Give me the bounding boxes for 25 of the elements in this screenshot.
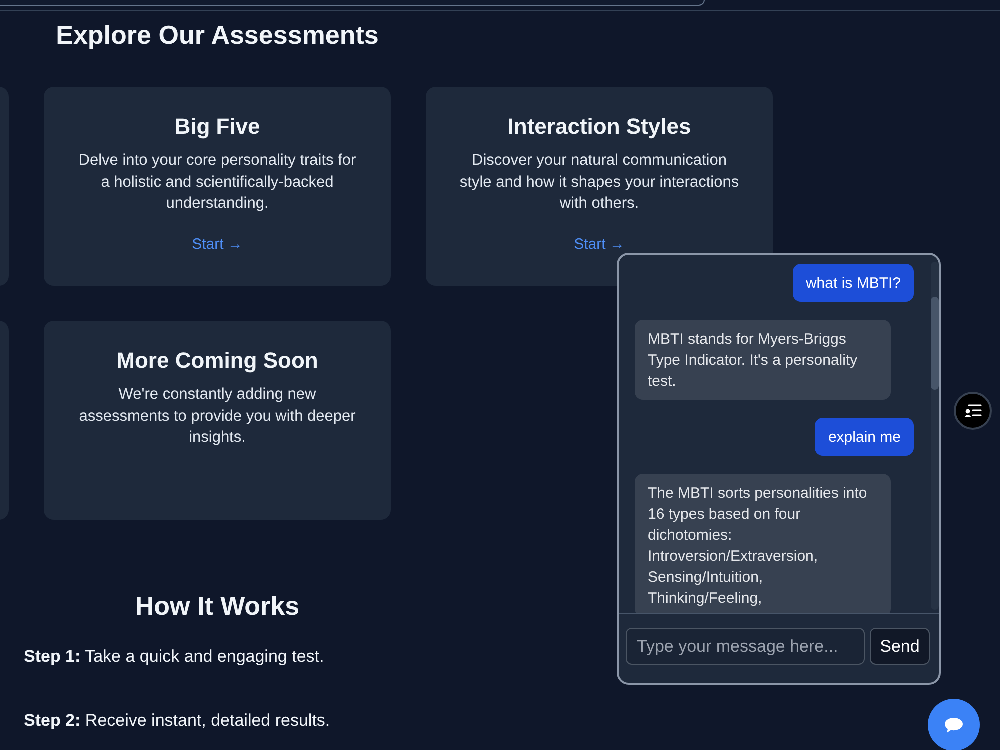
user-message: explain me xyxy=(815,418,914,456)
chat-bubble-icon xyxy=(944,716,964,734)
chat-button[interactable] xyxy=(928,699,980,750)
send-button[interactable]: Send xyxy=(870,628,930,665)
user-list-icon xyxy=(964,404,982,418)
scrollbar-thumb[interactable] xyxy=(931,297,939,390)
start-link[interactable]: Start → xyxy=(192,234,243,254)
assistant-message: The MBTI sorts personalities into 16 types based on four dichotomies: Introversion/Extraversion, Sensing/Intuition, Thinking/Feeling, xyxy=(635,474,891,613)
card-title: More Coming Soon xyxy=(116,347,318,375)
card-title: Big Five xyxy=(174,113,260,141)
card-description: Discover your natural communication style and how it shapes your interactions with others. xyxy=(458,151,740,214)
message-input[interactable]: Type your message here... xyxy=(626,628,865,665)
text-field[interactable] xyxy=(0,0,705,6)
section-heading: Explore Our Assessments xyxy=(56,19,379,51)
card-description: We're constantly adding new assessments to provide you with deeper insights. xyxy=(78,385,357,448)
user-message: what is MBTI? xyxy=(792,264,914,302)
section-heading: How It Works xyxy=(135,590,300,622)
assistant-message: MBTI stands for Myers-Briggs Type Indicator. It's a personality test. xyxy=(635,320,891,400)
step-text: Step 2: Receive instant, detailed results. xyxy=(24,710,330,732)
start-link[interactable]: Start → xyxy=(574,234,625,254)
step-text: Step 1: Take a quick and engaging test. xyxy=(24,646,324,668)
user-list-button[interactable] xyxy=(954,392,992,430)
scrollbar[interactable] xyxy=(931,262,939,610)
card-description: Delve into your core personality traits for a holistic and scientifically-backed understanding. xyxy=(78,151,358,214)
card-title: Interaction Styles xyxy=(508,113,692,141)
